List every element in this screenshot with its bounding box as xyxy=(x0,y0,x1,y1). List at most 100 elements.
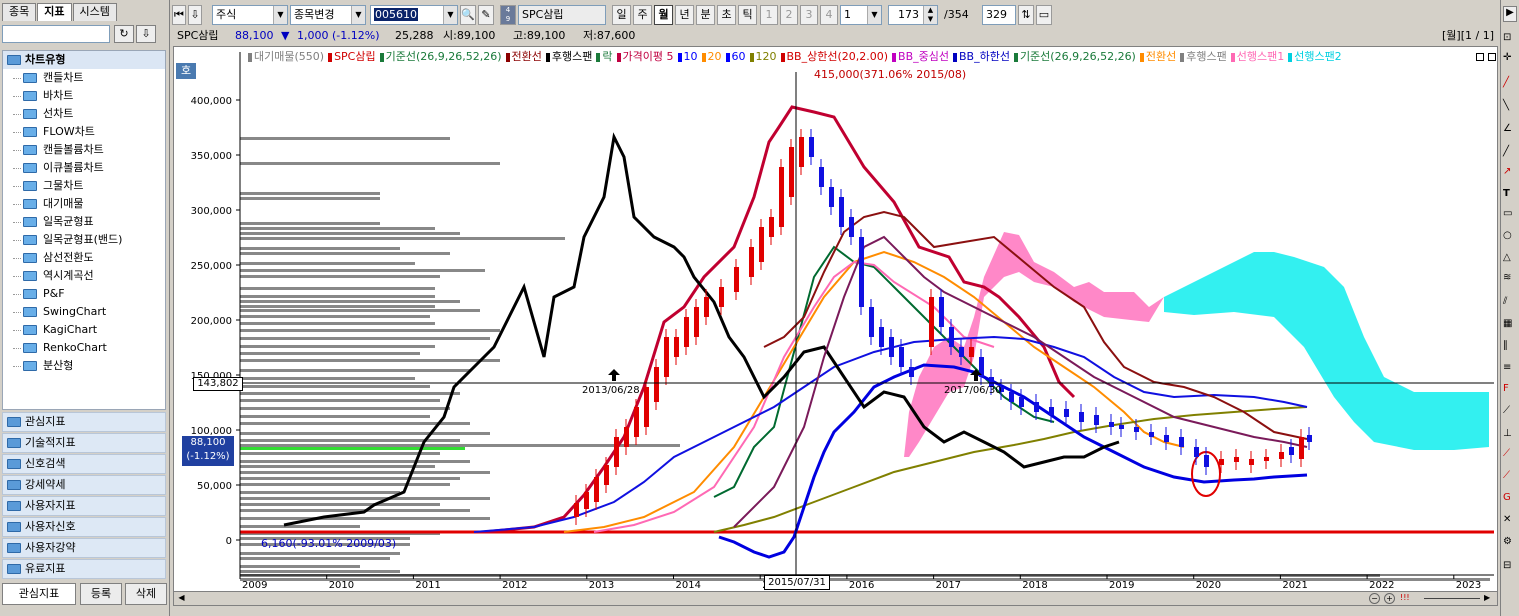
tab-stock[interactable]: 종목 xyxy=(2,3,37,21)
zoom-slider[interactable] xyxy=(1424,598,1480,599)
period-button[interactable]: 주 xyxy=(633,5,652,25)
change-symbol-select[interactable]: 종목변경 ▼ xyxy=(290,5,366,25)
arrow-icon[interactable]: ↗ xyxy=(1503,166,1511,177)
tree-item[interactable]: 바차트 xyxy=(3,87,165,105)
asset-type-select[interactable]: 주식 ▼ xyxy=(212,5,288,25)
speed-line-icon[interactable]: ⟋ xyxy=(1503,405,1510,416)
trendline-icon[interactable]: ╱ xyxy=(1503,77,1509,88)
category-2[interactable]: 신호검색 xyxy=(2,454,166,474)
circle-icon[interactable]: ○ xyxy=(1503,230,1512,241)
tree-item[interactable]: SwingChart xyxy=(3,303,165,321)
count-select[interactable]: 1 ▼ xyxy=(840,5,882,25)
indicator-search-input[interactable] xyxy=(2,25,110,43)
first-icon[interactable]: ⏮ xyxy=(172,5,186,25)
legend-item[interactable]: 20 xyxy=(708,50,722,63)
legend-item[interactable]: 가격이평 5 xyxy=(623,50,674,63)
bars-icon[interactable]: !!! xyxy=(1400,593,1416,604)
legend-item[interactable]: 선행스팬1 xyxy=(1237,50,1284,63)
period-button[interactable]: 분 xyxy=(696,5,715,25)
zoom-in-icon[interactable]: + xyxy=(1384,593,1395,604)
legend-item[interactable]: 락 xyxy=(602,50,612,63)
delete-button[interactable]: 삭제 xyxy=(125,583,167,605)
download-icon[interactable]: ⇩ xyxy=(136,25,156,43)
download-icon[interactable]: ⇩ xyxy=(188,5,202,25)
cycle-icon[interactable]: ⊥ xyxy=(1503,428,1512,439)
tab-favorite-indicators[interactable]: 관심지표 xyxy=(2,583,76,605)
layout-button[interactable]: 1 xyxy=(760,5,778,25)
maximize-icon[interactable] xyxy=(1488,53,1496,61)
layout-button[interactable]: 2 xyxy=(780,5,798,25)
period-button[interactable]: 일 xyxy=(612,5,631,25)
hash-icon[interactable]: ≡ xyxy=(1503,362,1511,373)
legend-item[interactable]: 후행스팬 xyxy=(552,50,592,63)
scroll-left-icon[interactable]: ◀ xyxy=(176,593,187,604)
tree-item[interactable]: 삼선전환도 xyxy=(3,249,165,267)
tree-item[interactable]: 일목균형표 xyxy=(3,213,165,231)
tree-item[interactable]: 캔들볼륨차트 xyxy=(3,141,165,159)
category-1[interactable]: 기술적지표 xyxy=(2,433,166,453)
tab-indicator[interactable]: 지표 xyxy=(37,3,72,21)
sync-icon[interactable]: ⇅ xyxy=(1018,5,1034,25)
horizontal-scrollbar[interactable]: ◀ − + !!! ▶ xyxy=(174,591,1497,605)
tree-item[interactable]: 이큐볼륨차트 xyxy=(3,159,165,177)
parallel-icon[interactable]: ∥ xyxy=(1503,340,1508,351)
legend-item[interactable]: 후행스팬 xyxy=(1186,50,1226,63)
rectangle-icon[interactable]: ▭ xyxy=(1503,208,1512,219)
legend-item[interactable]: 60 xyxy=(732,50,746,63)
tree-item[interactable]: P&F xyxy=(3,285,165,303)
scroll-right-icon[interactable]: ▶ xyxy=(1484,593,1495,604)
tree-item[interactable]: 대기매물 xyxy=(3,195,165,213)
register-button[interactable]: 등록 xyxy=(80,583,122,605)
gann-icon[interactable]: ⟋ xyxy=(1503,470,1510,481)
legend-item[interactable]: 전환선 xyxy=(1146,50,1176,63)
period-button[interactable]: 틱 xyxy=(738,5,757,25)
legend-item[interactable]: 기준선(26,9,26,52,26) xyxy=(386,50,502,63)
andrews-icon[interactable]: ⟋ xyxy=(1503,448,1510,459)
line-icon[interactable]: ╲ xyxy=(1503,100,1509,111)
wrench-icon[interactable]: ✎ xyxy=(478,5,494,25)
period-button[interactable]: 년 xyxy=(675,5,694,25)
lock-icon[interactable]: ⊟ xyxy=(1503,560,1511,571)
legend-item[interactable]: 120 xyxy=(756,50,777,63)
fibonacci-icon[interactable]: ≋ xyxy=(1503,272,1511,283)
legend-item[interactable]: 선행스팬2 xyxy=(1294,50,1341,63)
layout-button[interactable]: 3 xyxy=(800,5,818,25)
legend-item[interactable]: 대기매물(550) xyxy=(254,50,324,63)
category-4[interactable]: 사용자지표 xyxy=(2,496,166,516)
legend-item[interactable]: BB_중심선 xyxy=(898,50,949,63)
search-icon[interactable]: 🔍 xyxy=(460,5,476,25)
category-5[interactable]: 사용자신호 xyxy=(2,517,166,537)
tree-item[interactable]: 역시계곡선 xyxy=(3,267,165,285)
settings-icon[interactable]: ⚙ xyxy=(1503,536,1512,547)
legend-item[interactable]: 기준선(26,9,26,52,26) xyxy=(1020,50,1136,63)
category-0[interactable]: 관심지표 xyxy=(2,412,166,432)
tree-item[interactable]: RenkoChart xyxy=(3,339,165,357)
cursor-icon[interactable]: ⊡ xyxy=(1503,32,1511,43)
tree-item[interactable]: 그물차트 xyxy=(3,177,165,195)
triangle-icon[interactable]: △ xyxy=(1503,252,1511,263)
legend-item[interactable]: 전환선 xyxy=(512,50,542,63)
period-button[interactable]: 초 xyxy=(717,5,736,25)
refresh-icon[interactable]: ↻ xyxy=(114,25,134,43)
line-icon[interactable]: ╱ xyxy=(1503,146,1509,157)
spinner-icon[interactable]: ▲ ▼ xyxy=(923,6,937,24)
erase-icon[interactable]: ✕ xyxy=(1503,514,1511,525)
channel-icon[interactable]: ⫽ xyxy=(1503,296,1507,307)
tree-item[interactable]: KagiChart xyxy=(3,321,165,339)
category-7[interactable]: 유료지표 xyxy=(2,559,166,579)
legend-item[interactable]: SPC삼립 xyxy=(334,50,376,63)
fib-fan-icon[interactable]: F xyxy=(1503,383,1509,394)
zoom-out-icon[interactable]: − xyxy=(1369,593,1380,604)
stock-code-input[interactable]: 005610 ▼ xyxy=(370,5,458,25)
tree-item[interactable]: 분산형 xyxy=(3,357,165,375)
tree-item[interactable]: 일목균형표(밴드) xyxy=(3,231,165,249)
grid-icon[interactable]: ▦ xyxy=(1503,318,1512,329)
angle-icon[interactable]: ∠ xyxy=(1503,123,1512,134)
save-icon[interactable]: ▭ xyxy=(1036,5,1052,25)
tree-header-chart-type[interactable]: 차트유형 xyxy=(3,51,165,69)
category-3[interactable]: 강세약세 xyxy=(2,475,166,495)
legend-item[interactable]: BB_상한선(20,2.00) xyxy=(787,50,889,63)
minimize-icon[interactable] xyxy=(1476,53,1484,61)
tree-item[interactable]: 캔들차트 xyxy=(3,69,165,87)
period-button[interactable]: 월 xyxy=(654,5,673,25)
